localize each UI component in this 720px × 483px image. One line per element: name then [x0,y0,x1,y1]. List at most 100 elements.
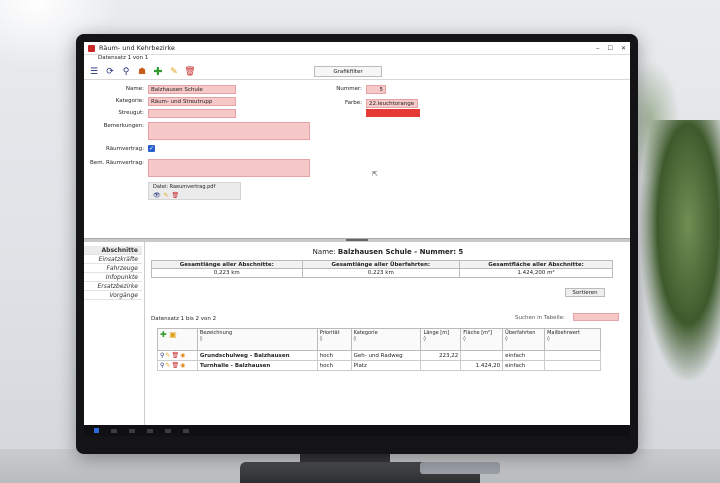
cell-bezeichnung: Turnhalle - Balzhausen [196,360,318,371]
splitter-handle[interactable] [346,239,368,241]
window-controls: ‒ ☐ ✕ [596,45,626,52]
col-ueberfahrten[interactable]: Überfahrten ◊ [502,328,546,351]
record-form: Name: Balzhausen Schule Kategorie: Räum-… [84,80,630,238]
app-icon [88,44,95,52]
window-title: Räum- und Kehrbezirke [99,44,175,52]
bemerkungen-label: Bemerkungen: [103,123,144,129]
name-label: Name: [125,86,144,92]
cell-prioritaet: hoch [316,350,352,361]
datei-filename[interactable]: Raeumvertrag.pdf [170,184,216,190]
menu-icon[interactable]: ☰ [88,66,100,78]
detail-heading-value: Balzhausen Schule - Nummer: 5 [337,248,464,256]
search-icon[interactable]: ⚲ [160,362,164,369]
detail-heading-prefix: Name: [312,248,336,256]
sidebar-item-abschnitte[interactable]: Abschnitte [84,246,142,255]
name-field[interactable]: Balzhausen Schule [148,85,236,94]
search-icon[interactable]: ⚲ [120,66,132,78]
kategorie-label: Kategorie: [115,98,144,104]
sidebar-item-ersatzbezirke[interactable]: Ersatzbezirke [84,282,142,291]
pencil-icon[interactable]: ✎ [165,362,170,369]
cell-mailbehrwert [544,350,601,361]
record-count: Datensatz 1 bis 2 von 2 [151,316,217,322]
datei-label: Datei: [153,184,169,190]
mouse-cursor-icon: ⇱ [372,170,378,178]
record-info: Datensatz 1 von 1 [84,55,630,64]
summary-header: Gesamtfläche aller Abschnitte: [459,260,613,269]
cell-laenge: 223,22 [420,350,462,361]
sidebar-item-vorgaenge[interactable]: Vorgänge [84,291,142,300]
add-person-icon[interactable]: ☗ [136,66,148,78]
col-bezeichnung[interactable]: Bezeichnung ◊ [196,328,318,351]
bem-raeumvertrag-field[interactable] [148,159,310,177]
taskbar-icon[interactable] [183,428,189,433]
table-row[interactable]: ⚲✎🗑◉ Grundschulweg - Balzhausen hoch Geh… [157,350,601,361]
start-icon[interactable] [94,428,99,433]
taskbar-icon[interactable] [147,428,153,433]
grid-actions-header: ✚ ▣ [157,328,198,351]
cell-kategorie: Geh- und Radweg [350,350,422,361]
taskbar-icon[interactable] [111,428,117,433]
farbe-label: Farbe: [344,100,362,106]
toolbar: ☰ ⟳ ⚲ ☗ ✚ ✎ 🗑 Grafikfilter [84,64,630,80]
col-mailbehrwert[interactable]: Mailbehrwert ◊ [544,328,601,351]
sidebar: Abschnitte Einsatzkräfte Fahrzeuge Infop… [84,246,142,322]
grafikfilter-button[interactable]: Grafikfilter [314,66,382,77]
cell-bezeichnung: Grundschulweg - Balzhausen [196,350,318,361]
cell-ueberfahrten: einfach [502,350,546,361]
bem-raeumvertrag-label: Bem. Räumvertrag: [90,160,144,166]
close-button[interactable]: ✕ [621,45,626,52]
map-icon[interactable]: ◉ [180,362,185,369]
pencil-icon[interactable]: ✎ [165,352,170,359]
summary-header: Gesamtlänge aller Überfahrten: [301,260,461,269]
streugut-label: Streugut: [118,110,144,116]
trash-icon[interactable]: 🗑 [171,362,179,369]
col-kategorie[interactable]: Kategorie ◊ [350,328,422,351]
detail-heading: Name: Balzhausen Schule - Nummer: 5 [145,248,630,256]
table-row[interactable]: ⚲✎🗑◉ Turnhalle - Balzhausen hoch Platz 1… [157,360,601,371]
map-icon[interactable]: ◉ [180,352,185,359]
summary-value: 0,223 km [151,268,303,278]
nummer-label: Nummer: [336,86,362,92]
cell-flaeche [460,350,504,361]
table-search-input[interactable] [573,313,619,321]
taskbar-icon[interactable] [129,428,135,433]
add-row-icon[interactable]: ✚ [160,330,167,339]
sidebar-item-einsatzkraefte[interactable]: Einsatzkräfte [84,255,142,264]
sidebar-item-infopunkte[interactable]: Infopunkte [84,273,142,282]
nummer-field[interactable]: 5 [366,85,386,94]
streugut-field[interactable] [148,109,236,118]
taskbar-icon[interactable] [165,428,171,433]
farbe-field[interactable]: 22.leuchtorange [366,99,418,108]
abschnitte-panel: Name: Balzhausen Schule - Nummer: 5 Gesa… [144,242,630,425]
delete-file-icon[interactable]: 🗑 [172,192,180,199]
minimize-button[interactable]: ‒ [596,45,600,52]
folder-icon[interactable]: ▣ [169,330,177,339]
col-flaeche[interactable]: Fläche [m²] ◊ [460,328,504,351]
detail-section: Abschnitte Einsatzkräfte Fahrzeuge Infop… [84,242,630,425]
cell-kategorie: Platz [350,360,422,371]
screen: Räum- und Kehrbezirke ‒ ☐ ✕ Datensatz 1 … [84,42,630,436]
maximize-button[interactable]: ☐ [608,45,613,52]
trash-icon[interactable]: 🗑 [184,66,196,78]
kategorie-field[interactable]: Räum- und Streutrupp [148,97,236,106]
view-file-icon[interactable]: 👁 [153,192,161,199]
cell-flaeche: 1.424,20 [460,360,504,371]
col-laenge[interactable]: Länge [m] ◊ [420,328,462,351]
row-actions: ⚲✎🗑◉ [157,350,198,361]
col-prioritaet[interactable]: Priorität ◊ [316,328,352,351]
summary-value: 0,223 km [301,268,461,278]
cell-ueberfahrten: einfach [502,360,546,371]
bemerkungen-field[interactable] [148,122,310,140]
plus-icon[interactable]: ✚ [152,65,164,78]
pencil-icon[interactable]: ✎ [168,66,180,78]
keyboard [420,462,500,474]
background-plant [640,120,720,380]
raeumvertrag-checkbox[interactable]: ✓ [148,145,155,152]
trash-icon[interactable]: 🗑 [171,352,179,359]
title-bar: Räum- und Kehrbezirke ‒ ☐ ✕ [84,42,630,55]
search-icon[interactable]: ⚲ [160,352,164,359]
edit-file-icon[interactable]: ✎ [164,192,169,199]
sync-icon[interactable]: ⟳ [104,66,116,78]
sidebar-item-fahrzeuge[interactable]: Fahrzeuge [84,264,142,273]
sortieren-button[interactable]: Sortieren [565,288,605,297]
